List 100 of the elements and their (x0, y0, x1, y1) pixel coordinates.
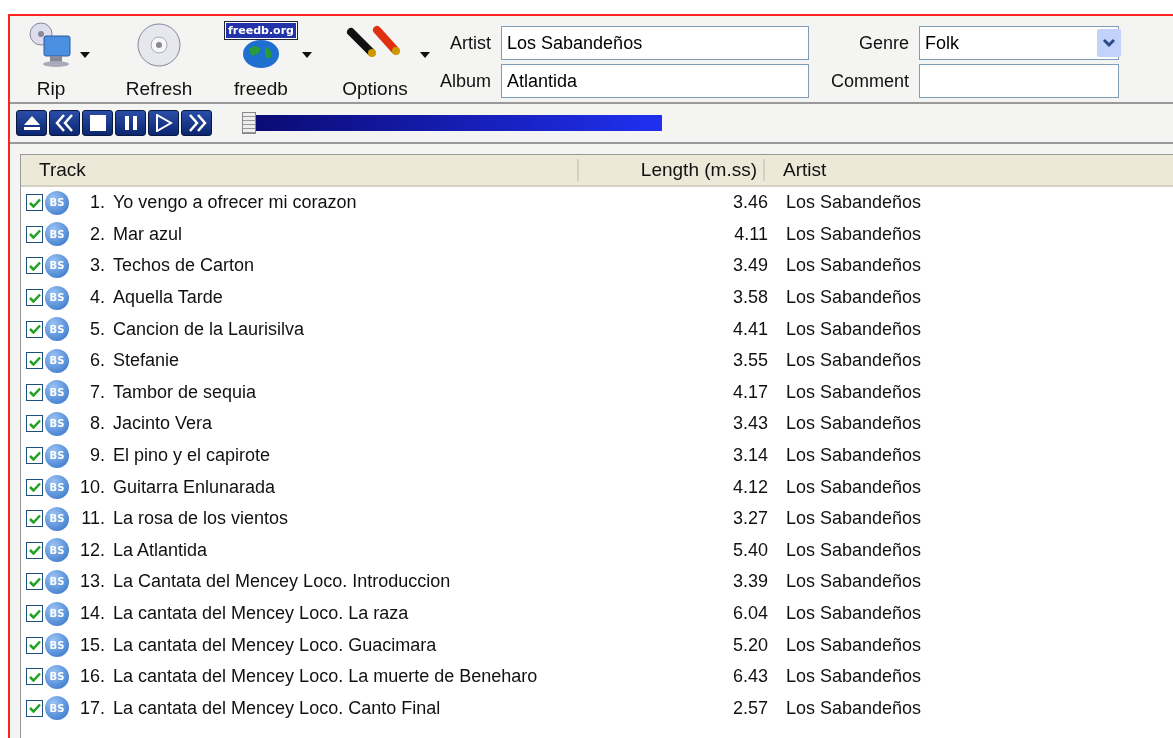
track-length: 5.20 (731, 634, 769, 656)
track-length: 3.14 (731, 445, 769, 467)
track-icon: BS (45, 254, 69, 278)
track-icon: BS (45, 190, 69, 215)
track-artist: Los Sabandeños (785, 255, 922, 277)
track-icon: BS (45, 475, 69, 500)
caret-icon[interactable] (420, 52, 430, 58)
track-number: 10. (78, 476, 105, 498)
transport-button[interactable] (82, 110, 113, 136)
text-field[interactable]: Atlantida (501, 64, 810, 98)
checkbox[interactable] (26, 415, 43, 433)
track-number: 11. (80, 508, 105, 530)
track-title: La cantata del Mencey Loco. Guacimara (112, 634, 438, 656)
checkbox[interactable] (26, 320, 43, 338)
track-artist: Los Sabandeños (785, 318, 922, 340)
checkbox[interactable] (26, 573, 43, 591)
slider-thumb[interactable] (242, 112, 256, 134)
checkbox[interactable] (26, 383, 43, 401)
track-length: 2.57 (731, 697, 769, 719)
text-field[interactable]: Los Sabandeños (501, 26, 810, 60)
track-title: Techos de Carton (112, 255, 256, 277)
track-length: 4.41 (731, 318, 769, 340)
checkbox[interactable] (26, 541, 43, 559)
transport-button[interactable] (181, 110, 212, 136)
track-icon: BS (45, 380, 69, 405)
transport-button[interactable] (115, 110, 146, 136)
track-number: 1. (89, 192, 105, 214)
checkbox[interactable] (26, 289, 43, 307)
toolbar-button[interactable]: freedb.org freedb (220, 22, 302, 100)
track-title: El pino y el capirote (112, 445, 272, 467)
checkmark-icon (28, 450, 41, 461)
disc-icon (136, 22, 182, 68)
track-title: La cantata del Mencey Loco. Canto Final (112, 697, 442, 719)
track-number: 7. (89, 381, 105, 403)
toolbar-button[interactable]: Refresh (118, 22, 200, 100)
checkbox[interactable] (26, 257, 43, 275)
position-slider[interactable] (242, 112, 662, 134)
track-number: 14. (78, 603, 105, 624)
track-number: 4. (89, 287, 105, 309)
track-title: Yo vengo a ofrecer mi corazon (112, 192, 358, 214)
field-label: Artist (449, 32, 492, 54)
checkbox[interactable] (26, 352, 43, 370)
checkbox[interactable] (26, 225, 43, 243)
transport-button[interactable] (148, 110, 179, 136)
track-length: 3.39 (731, 571, 769, 593)
caret-icon[interactable] (302, 52, 312, 58)
checkbox[interactable] (26, 636, 43, 654)
track-icon: BS (45, 285, 69, 310)
checkmark-icon (28, 703, 41, 714)
track-number: 9. (89, 445, 105, 467)
track-title: La Cantata del Mencey Loco. Introduccion (112, 571, 452, 593)
checkmark-icon (28, 671, 41, 682)
toolbar-button[interactable]: Rip (22, 22, 80, 100)
checkbox[interactable] (26, 605, 43, 622)
checkbox[interactable] (26, 510, 43, 528)
track-title: Mar azul (112, 223, 184, 245)
transport-button[interactable] (16, 110, 47, 136)
checkbox[interactable] (26, 699, 43, 717)
track-length: 6.04 (731, 603, 769, 624)
track-length: 3.46 (731, 192, 769, 214)
checkmark-icon (28, 608, 41, 619)
track-length: 6.43 (731, 666, 769, 688)
track-icon: BS (45, 601, 69, 626)
checkbox[interactable] (26, 478, 43, 496)
track-length: 5.40 (731, 539, 769, 561)
text-field[interactable] (919, 64, 1120, 98)
pause-icon (123, 116, 138, 130)
track-number: 13. (78, 571, 105, 593)
track-title: Guitarra Enlunarada (112, 476, 277, 498)
track-artist: Los Sabandeños (785, 571, 922, 593)
track-icon: BS (45, 443, 69, 468)
track-icon: BS (45, 538, 69, 563)
track-length: 3.55 (731, 350, 769, 372)
checkmark-icon (28, 292, 41, 303)
checkmark-icon (28, 387, 41, 398)
track-icon: BS (45, 633, 69, 658)
track-artist: Los Sabandeños (785, 666, 922, 688)
track-artist: Los Sabandeños (785, 445, 922, 467)
track-length: 3.49 (731, 255, 769, 277)
transport-button[interactable] (49, 110, 80, 136)
track-artist: Los Sabandeños (785, 413, 922, 435)
track-artist: Los Sabandeños (785, 287, 922, 309)
caret-icon[interactable] (80, 52, 90, 58)
track-title: Aquella Tarde (112, 287, 224, 309)
toolbar-button[interactable]: Options (330, 22, 420, 100)
chevron-down-icon[interactable] (1102, 38, 1117, 48)
track-title: La Atlantida (112, 539, 209, 561)
checkmark-icon (28, 197, 41, 208)
checkbox[interactable] (26, 447, 43, 465)
track-icon: BS (45, 348, 69, 373)
track-number: 2. (89, 223, 105, 245)
checkbox[interactable] (26, 194, 43, 212)
column-header[interactable]: Track (21, 159, 579, 181)
track-number: 3. (89, 255, 105, 277)
column-header[interactable]: Length (m.ss) (579, 159, 765, 181)
column-header[interactable]: Artist (765, 159, 1065, 181)
checkbox[interactable] (26, 668, 43, 686)
genre-select[interactable]: Folk (919, 26, 1120, 60)
track-title: Cancion de la Laurisilva (112, 318, 306, 340)
track-length: 3.43 (731, 413, 769, 435)
